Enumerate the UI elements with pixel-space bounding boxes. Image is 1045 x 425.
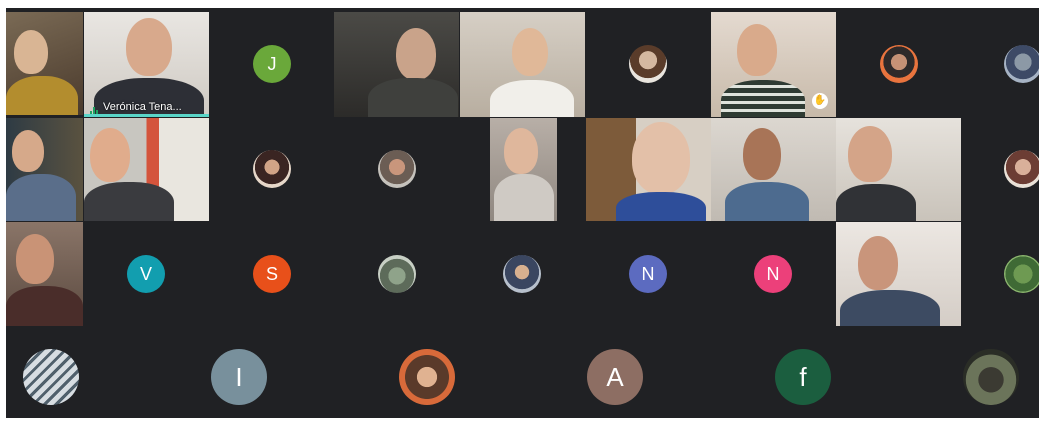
participant-avatar-photo[interactable] [399, 349, 455, 405]
participant-avatar-photo[interactable] [880, 45, 918, 83]
participant-video-tile[interactable] [490, 118, 557, 221]
participant-avatar-s[interactable]: S [253, 255, 291, 293]
participant-video-tile[interactable] [460, 12, 585, 117]
participant-video-tile[interactable] [334, 12, 459, 117]
participant-video-tile[interactable] [6, 118, 83, 221]
participant-avatar-a[interactable]: A [587, 349, 643, 405]
participant-avatar-photo[interactable] [378, 255, 416, 293]
participant-video-tile[interactable] [836, 118, 961, 221]
participant-video-tile[interactable] [84, 118, 209, 221]
active-speaker-bar [84, 114, 209, 117]
participant-name-label: Verónica Tena... [90, 101, 182, 116]
speaking-indicator-icon [90, 103, 99, 116]
participant-avatar-photo[interactable] [629, 45, 667, 83]
participant-avatar-j[interactable]: J [253, 45, 291, 83]
participant-video-tile[interactable] [6, 12, 83, 115]
participant-video-tile[interactable] [836, 222, 961, 326]
participant-video-tile[interactable] [6, 222, 83, 326]
meeting-grid: Verónica Tena... J ✋ V S N N I A f [6, 8, 1039, 418]
participant-avatar-n[interactable]: N [754, 255, 792, 293]
raise-hand-icon: ✋ [812, 93, 828, 109]
participant-avatar-n[interactable]: N [629, 255, 667, 293]
participant-video-tile[interactable] [586, 118, 711, 221]
participant-video-tile[interactable]: ✋ [711, 12, 836, 117]
participant-avatar-photo[interactable] [23, 349, 79, 405]
participant-video-tile[interactable] [711, 118, 836, 221]
participant-avatar-photo[interactable] [1004, 150, 1039, 188]
participant-avatar-photo[interactable] [378, 150, 416, 188]
participant-avatar-f[interactable]: f [775, 349, 831, 405]
participant-avatar-v[interactable]: V [127, 255, 165, 293]
participant-avatar-photo[interactable] [1004, 255, 1039, 293]
participant-avatar-photo[interactable] [503, 255, 541, 293]
participant-video-tile-veronica[interactable]: Verónica Tena... [84, 12, 209, 117]
participant-avatar-photo[interactable] [963, 349, 1019, 405]
participant-avatar-photo[interactable] [1004, 45, 1039, 83]
participant-avatar-i[interactable]: I [211, 349, 267, 405]
participant-avatar-photo[interactable] [253, 150, 291, 188]
